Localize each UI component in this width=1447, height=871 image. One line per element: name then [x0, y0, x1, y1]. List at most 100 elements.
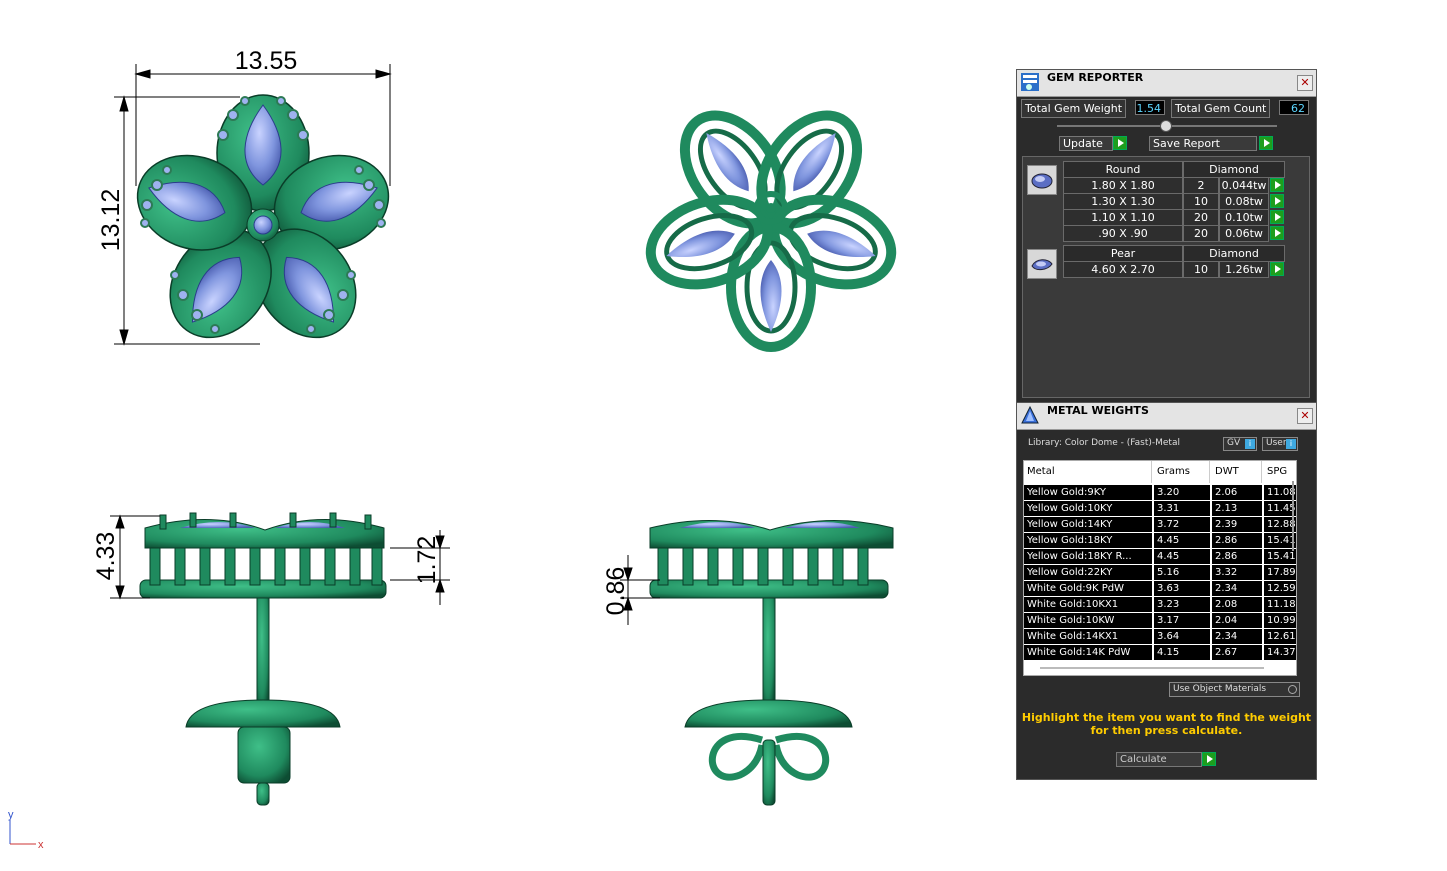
front-view-flower [136, 94, 390, 339]
dwt-value: 2.06 [1212, 485, 1262, 500]
metal-name: White Gold:14KX1 [1024, 629, 1152, 644]
pear-gem-icon [1027, 249, 1057, 279]
drawing-canvas: 13.55 13.12 4.33 1.72 0.86 y x [8, 47, 897, 851]
grams-value: 3.31 [1154, 501, 1210, 516]
grams-value: 3.63 [1154, 581, 1210, 596]
spg-value: 12.61 [1264, 629, 1296, 644]
grams-value: 3.17 [1154, 613, 1210, 628]
col-metal[interactable]: Metal [1024, 461, 1152, 483]
dim-side-inner-label: 1.72 [413, 536, 441, 585]
metal-weights-title: METAL WEIGHTS [1047, 404, 1149, 417]
metal-weights-close-icon[interactable]: ✕ [1297, 408, 1313, 424]
metal-weights-panel: METAL WEIGHTS ✕ Library: Color Dome - (F… [1016, 402, 1317, 780]
metal-name: White Gold:14K PdW [1024, 645, 1152, 660]
back-view-flower [645, 110, 897, 352]
cad-viewport[interactable]: 13.55 13.12 4.33 1.72 0.86 y x [0, 0, 1010, 867]
dwt-value: 2.34 [1212, 581, 1262, 596]
side-view-earring-back [649, 520, 894, 806]
gem-size: .90 X .90 [1063, 225, 1183, 242]
dim-height-label: 13.12 [97, 189, 125, 252]
gem-weight: 0.044tw [1219, 177, 1269, 194]
user-info-icon: i [1286, 439, 1296, 449]
gem-weight: 1.26tw [1219, 261, 1269, 278]
row-arrow-icon[interactable] [1270, 210, 1284, 224]
instruction-line-2: for then press calculate. [1090, 724, 1243, 737]
metal-weights-table[interactable]: Metal Grams DWT SPG Yellow Gold:9KY 3.20 2… [1023, 460, 1297, 676]
gem-reporter-close-icon[interactable]: ✕ [1297, 75, 1313, 91]
use-object-materials-toggle[interactable]: Use Object Materials [1169, 682, 1300, 697]
grams-value: 3.72 [1154, 517, 1210, 532]
spg-value: 15.41 [1264, 549, 1296, 564]
spg-value: 14.37 [1264, 645, 1296, 660]
gem-reporter-panel: GEM REPORTER ✕ Total Gem Weight 1.54 Tot… [1016, 69, 1317, 403]
user-label: User [1266, 438, 1287, 448]
use-object-materials-label: Use Object Materials [1173, 684, 1267, 694]
user-toggle[interactable]: User i [1262, 437, 1298, 451]
grams-value: 3.20 [1154, 485, 1210, 500]
metal-name: White Gold:10KX1 [1024, 597, 1152, 612]
save-report-arrow-icon[interactable] [1259, 136, 1273, 150]
calculate-button[interactable]: Calculate [1116, 752, 1202, 767]
dim-width-label: 13.55 [235, 47, 298, 75]
metal-name: Yellow Gold:22KY [1024, 565, 1152, 580]
row-arrow-icon[interactable] [1270, 262, 1284, 276]
instruction-line-1: Highlight the item you want to find the … [1021, 711, 1312, 724]
row-arrow-icon[interactable] [1270, 226, 1284, 240]
dwt-value: 2.86 [1212, 533, 1262, 548]
dim-back-gap-label: 0.86 [602, 567, 630, 616]
gem-count: 10 [1183, 261, 1219, 278]
gv-toggle[interactable]: GV i [1223, 437, 1257, 451]
gem-count: 20 [1183, 225, 1219, 242]
axis-y-label: y [8, 809, 14, 821]
gem-size: 1.30 X 1.30 [1063, 193, 1183, 210]
save-report-button[interactable]: Save Report [1149, 136, 1257, 151]
gem-size: 4.60 X 2.70 [1063, 261, 1183, 278]
gem-reporter-icon [1021, 73, 1039, 91]
dwt-value: 2.86 [1212, 549, 1262, 564]
radio-icon [1288, 685, 1297, 694]
row-arrow-icon[interactable] [1270, 194, 1284, 208]
col-dwt[interactable]: DWT [1212, 461, 1262, 483]
gem-reporter-title: GEM REPORTER [1047, 71, 1144, 84]
total-gem-weight-value: 1.54 [1135, 100, 1165, 115]
horizontal-scrollbar[interactable] [1040, 667, 1264, 669]
dwt-value: 2.04 [1212, 613, 1262, 628]
spg-value: 17.89 [1264, 565, 1296, 580]
pear-shape-header: Pear [1063, 245, 1183, 262]
library-label: Library: Color Dome - (Fast)-Metal [1028, 438, 1180, 448]
gem-reporter-titlebar[interactable]: GEM REPORTER ✕ [1017, 70, 1316, 97]
grams-value: 3.23 [1154, 597, 1210, 612]
grams-value: 3.64 [1154, 629, 1210, 644]
calculate-arrow-icon[interactable] [1202, 752, 1216, 766]
vertical-scrollbar[interactable] [1292, 481, 1294, 551]
metal-weights-titlebar[interactable]: METAL WEIGHTS ✕ [1017, 403, 1316, 430]
gem-count: 10 [1183, 193, 1219, 210]
update-button[interactable]: Update [1059, 136, 1113, 151]
row-arrow-icon[interactable] [1270, 178, 1284, 192]
gem-weight: 0.06tw [1219, 225, 1269, 242]
metal-name: White Gold:9K PdW [1024, 581, 1152, 596]
gem-size: 1.80 X 1.80 [1063, 177, 1183, 194]
total-gem-count-label: Total Gem Count [1171, 99, 1271, 118]
col-spg[interactable]: SPG [1264, 461, 1296, 483]
axis-indicator: y x [8, 809, 44, 851]
dwt-value: 2.08 [1212, 597, 1262, 612]
gem-count: 2 [1183, 177, 1219, 194]
grams-value: 5.16 [1154, 565, 1210, 580]
grams-value: 4.45 [1154, 549, 1210, 564]
total-gem-count-value: 62 [1279, 100, 1309, 115]
round-material-header: Diamond [1183, 161, 1285, 178]
round-gem-icon [1027, 165, 1057, 195]
metal-name: Yellow Gold:9KY [1024, 485, 1152, 500]
total-gem-weight-label: Total Gem Weight [1021, 99, 1127, 118]
update-arrow-icon[interactable] [1113, 136, 1127, 150]
spg-value: 10.99 [1264, 613, 1296, 628]
metal-name: Yellow Gold:14KY [1024, 517, 1152, 532]
pear-material-header: Diamond [1183, 245, 1285, 262]
dwt-value: 2.34 [1212, 629, 1262, 644]
slider-knob[interactable] [1160, 120, 1172, 132]
col-grams[interactable]: Grams [1154, 461, 1210, 483]
gem-weight: 0.10tw [1219, 209, 1269, 226]
gem-count: 20 [1183, 209, 1219, 226]
gem-weight: 0.08tw [1219, 193, 1269, 210]
